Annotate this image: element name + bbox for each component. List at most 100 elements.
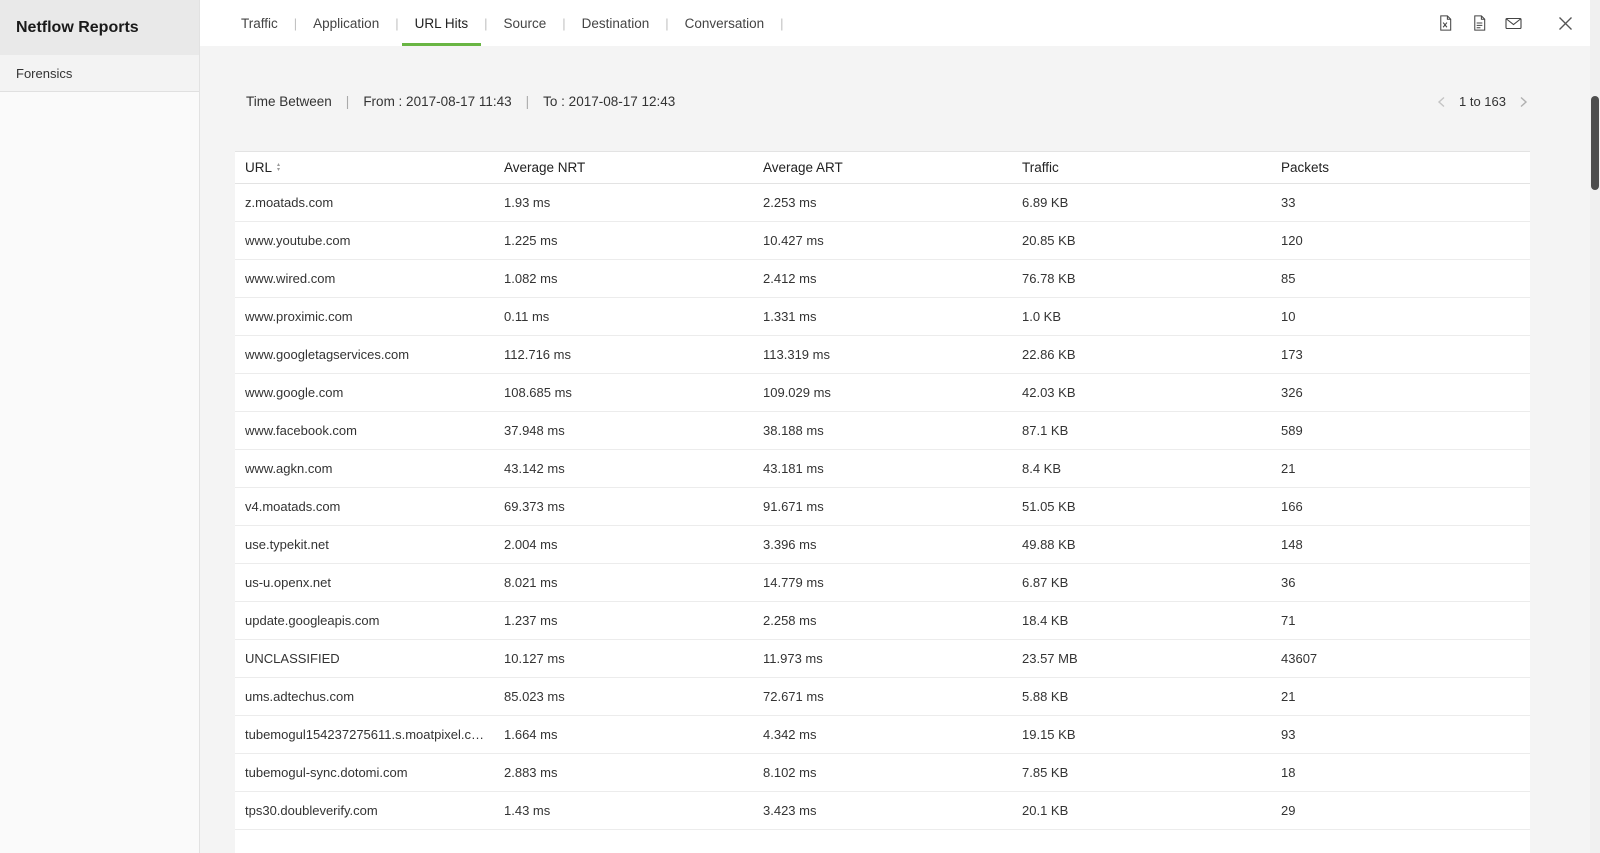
cell-traffic: 8.4 KB bbox=[1012, 449, 1271, 488]
cell-traffic: 5.88 KB bbox=[1012, 677, 1271, 716]
cell-url: www.proximic.com bbox=[235, 297, 494, 336]
column-header-url[interactable]: URL ▴ ▾ bbox=[235, 152, 494, 184]
cell-packets: 43607 bbox=[1271, 639, 1530, 678]
table-row[interactable]: www.youtube.com 1.225 ms 10.427 ms 20.85 KB… bbox=[235, 221, 1530, 260]
table-row[interactable]: www.wired.com 1.082 ms 2.412 ms 76.78 KB 85 bbox=[235, 259, 1530, 298]
column-header-average-art[interactable]: Average ART bbox=[753, 152, 1012, 184]
export-excel-icon[interactable] bbox=[1434, 12, 1456, 34]
cell-packets: 93 bbox=[1271, 715, 1530, 754]
close-icon[interactable] bbox=[1554, 12, 1576, 34]
tab-separator: | bbox=[665, 15, 669, 31]
table-row[interactable]: ums.adtechus.com 85.023 ms 72.671 ms 5.88 K… bbox=[235, 677, 1530, 716]
cell-average-art: 14.779 ms bbox=[753, 563, 1012, 602]
sort-icon[interactable]: ▴ ▾ bbox=[277, 162, 280, 173]
cell-packets: 166 bbox=[1271, 487, 1530, 526]
cell-url: ums.adtechus.com bbox=[235, 677, 494, 716]
table-row[interactable]: www.proximic.com 0.11 ms 1.331 ms 1.0 KB 10 bbox=[235, 297, 1530, 336]
cell-average-nrt: 1.664 ms bbox=[494, 715, 753, 754]
filter-row: Time Between | From : 2017-08-17 11:43 |… bbox=[235, 94, 1530, 109]
cell-traffic: 6.87 KB bbox=[1012, 563, 1271, 602]
column-header-average-nrt[interactable]: Average NRT bbox=[494, 152, 753, 184]
table-row[interactable]: www.google.com 108.685 ms 109.029 ms 42.03 … bbox=[235, 373, 1530, 412]
filter-separator: | bbox=[525, 94, 530, 109]
cell-traffic: 1.0 KB bbox=[1012, 297, 1271, 336]
cell-average-art: 10.427 ms bbox=[753, 221, 1012, 260]
tabs-nav: Traffic | Application | URL Hits | Source | Dest… bbox=[236, 0, 795, 46]
vertical-scrollbar[interactable] bbox=[1590, 0, 1600, 853]
email-icon[interactable] bbox=[1502, 12, 1524, 34]
tab-conversation[interactable]: Conversation bbox=[680, 0, 770, 46]
cell-packets: 71 bbox=[1271, 601, 1530, 640]
cell-average-nrt: 1.225 ms bbox=[494, 221, 753, 260]
table-row[interactable]: use.typekit.net 2.004 ms 3.396 ms 49.88 KB 1… bbox=[235, 525, 1530, 564]
table-row[interactable]: www.googletagservices.com 112.716 ms 113.3… bbox=[235, 335, 1530, 374]
tab-traffic[interactable]: Traffic bbox=[236, 0, 283, 46]
sidebar: Netflow Reports Forensics bbox=[0, 0, 200, 853]
table-header-row: URL ▴ ▾ Average NRT Average ART Traffic Packet… bbox=[235, 152, 1530, 184]
tab-separator: | bbox=[293, 15, 298, 31]
cell-average-art: 38.188 ms bbox=[753, 411, 1012, 450]
table-row[interactable]: update.googleapis.com 1.237 ms 2.258 ms 18.… bbox=[235, 601, 1530, 640]
prev-page-button[interactable] bbox=[1435, 95, 1449, 109]
next-page-button[interactable] bbox=[1516, 95, 1530, 109]
page-title: Netflow Reports bbox=[0, 0, 199, 55]
cell-average-nrt: 37.948 ms bbox=[494, 411, 753, 450]
column-header-packets[interactable]: Packets bbox=[1271, 152, 1530, 184]
cell-average-nrt: 69.373 ms bbox=[494, 487, 753, 526]
cell-average-nrt: 10.127 ms bbox=[494, 639, 753, 678]
cell-average-art: 4.342 ms bbox=[753, 715, 1012, 754]
cell-average-nrt: 108.685 ms bbox=[494, 373, 753, 412]
main-panel: Traffic | Application | URL Hits | Source | Dest… bbox=[200, 0, 1600, 853]
cell-average-nrt: 1.43 ms bbox=[494, 791, 753, 830]
tab-destination[interactable]: Destination bbox=[577, 0, 655, 46]
cell-packets: 36 bbox=[1271, 563, 1530, 602]
cell-traffic: 42.03 KB bbox=[1012, 373, 1271, 412]
cell-average-art: 109.029 ms bbox=[753, 373, 1012, 412]
sidebar-item-forensics[interactable]: Forensics bbox=[0, 55, 199, 92]
table-row[interactable]: us-u.openx.net 8.021 ms 14.779 ms 6.87 KB 36 bbox=[235, 563, 1530, 602]
tab-application[interactable]: Application bbox=[308, 0, 384, 46]
cell-average-art: 3.423 ms bbox=[753, 791, 1012, 830]
cell-average-nrt: 2.004 ms bbox=[494, 525, 753, 564]
table-row[interactable]: v4.moatads.com 69.373 ms 91.671 ms 51.05 KB… bbox=[235, 487, 1530, 526]
table-row[interactable]: tps30.doubleverify.com 1.43 ms 3.423 ms 20.… bbox=[235, 791, 1530, 830]
cell-traffic: 18.4 KB bbox=[1012, 601, 1271, 640]
toolbar bbox=[1434, 0, 1576, 46]
cell-average-art: 3.396 ms bbox=[753, 525, 1012, 564]
cell-average-art: 2.253 ms bbox=[753, 183, 1012, 222]
cell-traffic: 7.85 KB bbox=[1012, 753, 1271, 792]
cell-packets: 85 bbox=[1271, 259, 1530, 298]
table-row[interactable]: www.agkn.com 43.142 ms 43.181 ms 8.4 KB 21 bbox=[235, 449, 1530, 488]
cell-traffic: 6.89 KB bbox=[1012, 183, 1271, 222]
table-row[interactable]: www.facebook.com 37.948 ms 38.188 ms 87.1 K… bbox=[235, 411, 1530, 450]
table-row[interactable]: tubemogul-sync.dotomi.com 2.883 ms 8.102 m… bbox=[235, 753, 1530, 792]
cell-url: update.googleapis.com bbox=[235, 601, 494, 640]
app-root: Netflow Reports Forensics Traffic | Applic… bbox=[0, 0, 1600, 853]
cell-packets: 21 bbox=[1271, 677, 1530, 716]
cell-average-art: 91.671 ms bbox=[753, 487, 1012, 526]
tab-separator: | bbox=[484, 15, 488, 31]
content-area: Time Between | From : 2017-08-17 11:43 |… bbox=[200, 46, 1600, 853]
tab-url-hits[interactable]: URL Hits bbox=[401, 0, 481, 46]
export-pdf-icon[interactable] bbox=[1468, 12, 1490, 34]
cell-url: www.wired.com bbox=[235, 259, 494, 298]
cell-average-art: 2.412 ms bbox=[753, 259, 1012, 298]
cell-average-nrt: 1.93 ms bbox=[494, 183, 753, 222]
cell-packets: 120 bbox=[1271, 221, 1530, 260]
time-to-value: To : 2017-08-17 12:43 bbox=[543, 94, 676, 109]
cell-packets: 148 bbox=[1271, 525, 1530, 564]
tab-source[interactable]: Source bbox=[499, 0, 552, 46]
cell-url: www.facebook.com bbox=[235, 411, 494, 450]
scrollbar-thumb[interactable] bbox=[1591, 96, 1599, 190]
table-row[interactable]: z.moatads.com 1.93 ms 2.253 ms 6.89 KB 33 bbox=[235, 183, 1530, 222]
table-row[interactable]: UNCLASSIFIED 10.127 ms 11.973 ms 23.57 MB 43… bbox=[235, 639, 1530, 678]
column-header-traffic[interactable]: Traffic bbox=[1012, 152, 1271, 184]
cell-traffic: 20.1 KB bbox=[1012, 791, 1271, 830]
table-row[interactable]: tubemogul154237275611.s.moatpixel.com 1.6… bbox=[235, 715, 1530, 754]
cell-url: z.moatads.com bbox=[235, 183, 494, 222]
cell-average-nrt: 0.11 ms bbox=[494, 297, 753, 336]
cell-url: www.agkn.com bbox=[235, 449, 494, 488]
url-hits-table: URL ▴ ▾ Average NRT Average ART Traffic Packet… bbox=[235, 151, 1530, 853]
cell-average-art: 1.331 ms bbox=[753, 297, 1012, 336]
pagination-range: 1 to 163 bbox=[1459, 94, 1506, 109]
